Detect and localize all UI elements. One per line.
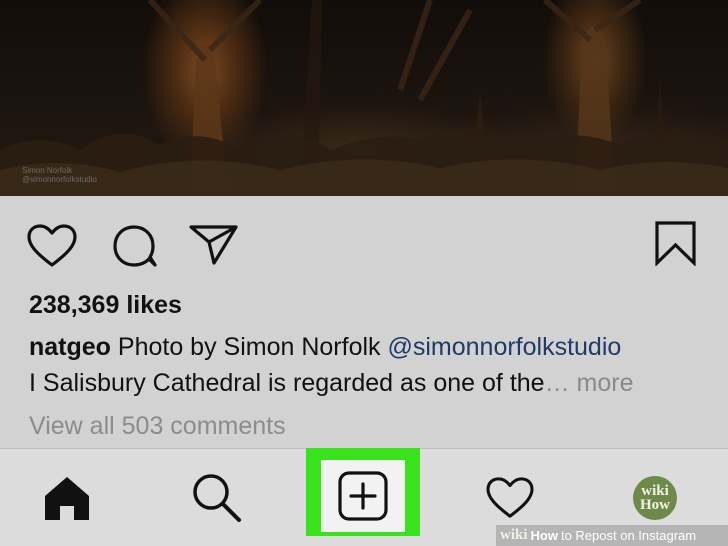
caption: natgeo Photo by Simon Norfolk @simonnorf… xyxy=(29,333,621,362)
caption-continued: I Salisbury Cathedral is regarded as one… xyxy=(29,369,633,398)
caption-text-2: I Salisbury Cathedral is regarded as one… xyxy=(29,369,545,397)
heart-outline-icon xyxy=(27,224,77,267)
post-actions xyxy=(0,196,728,288)
credit-handle: @simonnorfolkstudio xyxy=(22,175,97,184)
watermark-wiki: wiki xyxy=(500,527,528,543)
caption-username[interactable]: natgeo xyxy=(29,333,111,361)
comment-button[interactable] xyxy=(111,223,159,269)
post-photo[interactable]: Simon Norfolk @simonnorfolkstudio xyxy=(0,0,728,196)
watermark-title: to Repost on Instagram xyxy=(560,528,697,543)
watermark: wiki How to Repost on Instagram xyxy=(496,525,728,546)
view-comments-link[interactable]: View all 503 comments xyxy=(29,412,286,441)
paper-plane-icon xyxy=(189,225,238,265)
likes-count[interactable]: 238,369 likes xyxy=(29,291,182,320)
caption-mention[interactable]: @simonnorfolkstudio xyxy=(387,333,621,361)
nav-search[interactable] xyxy=(172,449,262,546)
caption-text: Photo by Simon Norfolk xyxy=(110,333,388,361)
more-link[interactable]: more xyxy=(570,369,634,397)
share-button[interactable] xyxy=(188,222,240,266)
avatar: wiki How xyxy=(633,476,677,520)
home-icon xyxy=(45,477,89,520)
heart-outline-icon xyxy=(485,477,534,518)
comment-bubble-icon xyxy=(113,225,157,267)
bookmark-icon xyxy=(655,221,696,266)
nav-home[interactable] xyxy=(22,449,112,546)
search-icon xyxy=(193,474,241,522)
credit-name: Simon Norfolk xyxy=(22,166,73,175)
nav-add[interactable] xyxy=(321,460,405,532)
avatar-line1: wiki xyxy=(641,483,669,499)
caption-ellipsis: … xyxy=(544,369,570,397)
like-button[interactable] xyxy=(26,223,78,269)
photo-credit: Simon Norfolk @simonnorfolkstudio xyxy=(22,166,97,184)
save-button[interactable] xyxy=(654,220,698,266)
avatar-line2: How xyxy=(640,497,670,513)
add-post-icon xyxy=(338,471,388,521)
forest-scene-graphic xyxy=(0,0,728,196)
watermark-how: How xyxy=(530,528,558,543)
